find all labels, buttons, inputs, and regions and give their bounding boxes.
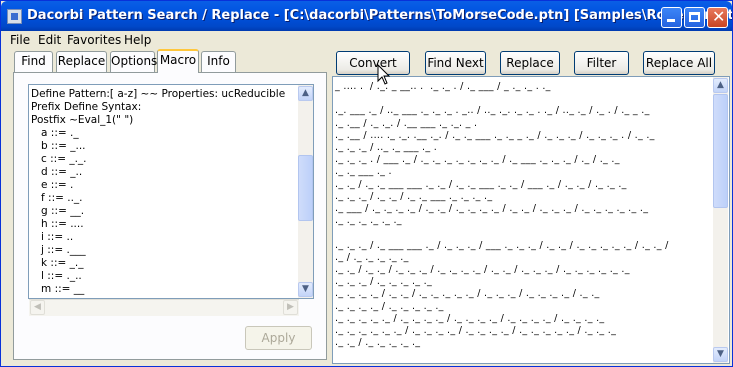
app-icon [7,9,22,24]
output-text-area[interactable]: _ .... . / ._. _ __.. . ._ ._ . / ._ ___… [332,76,730,364]
output-line: ._ .__ / ._ ._. / .__ ___ ._ ._. _ . [335,117,478,129]
scroll-down-arrow-icon[interactable]: ▼ [298,282,313,297]
scroll-thumb[interactable] [713,94,728,208]
tab-options[interactable]: Options [110,51,157,72]
macro-line: f ::= .._. [31,192,83,204]
macro-line: a ::= ._ [31,127,79,139]
close-button[interactable]: ✕ [707,7,728,28]
macro-line: Prefix Define Syntax: [31,101,142,113]
macro-line: b ::= _... [31,140,86,152]
macro-line: k ::= _._ [31,257,84,269]
mouse-pointer-icon [377,64,391,85]
macro-horizontal-scrollbar[interactable]: ◀ ▶ [29,299,299,316]
output-line: ._ ___ / ._ ._ ._ ._ / ._ ._ / ._ ._ ._ … [335,203,649,214]
tab-info[interactable]: Info [201,51,236,72]
output-line: ._ .__ / .... ._ ._. .__ ._. / ._ ._ ___… [335,129,655,141]
minimize-icon [667,19,675,22]
output-line: ._ ._ / ._ ._ / ._ ._ ._ / ._ ._ ._ ._ /… [335,264,630,275]
output-line: ._ ._ ._ ._ / ._ ._ ._ ._ ._ [335,300,444,312]
output-line: ._ ._ ._ / ._ ___ ___ ._ / ._ ._ ._ / __… [335,239,669,251]
menu-edit[interactable]: Edit [38,33,61,47]
scroll-up-arrow-icon[interactable]: ▲ [298,86,313,101]
scroll-right-arrow-icon[interactable]: ▶ [283,300,298,315]
scroll-down-arrow-icon[interactable]: ▼ [713,347,728,362]
macro-line: d ::= _.. [31,166,83,178]
output-line: ._ ._ / ._ ._ ___ ___ ._ ._ / ._ ._ ___ … [335,178,627,190]
output-line: ._ ._ ___ ._ . [335,166,392,178]
scroll-left-arrow-icon[interactable]: ◀ [30,300,45,315]
macro-line: i ::= .. [31,231,74,243]
output-line: ._ ._ ._ ._ ._ / ._ ._ ._ ._ / ._ ._ ._ … [335,312,605,324]
output-line: _ .... . / ._. _ __.. . ._ ._ . / ._ ___… [335,81,551,92]
macro-line: j ::= .___ [31,244,86,256]
scroll-thumb[interactable] [298,155,313,221]
filter-button[interactable]: Filter [574,51,629,75]
menu-favorites[interactable]: Favorites [67,33,121,47]
output-line: ._ ._ ._ / ._ ._ / ._ ._ ___ ._ ._ ._ ._ [335,190,493,202]
macro-vertical-scrollbar[interactable]: ▲ ▼ [298,85,313,298]
macro-editor[interactable]: Define Pattern:[ a-z] ~~ Properties: ucR… [28,84,314,299]
macro-line: m ::= __ [31,283,85,295]
output-line: ._ ._ ._ / ._ ._ ._ ._ ._ [335,276,433,288]
tab-macro[interactable]: Macro [157,49,199,73]
output-vertical-scrollbar[interactable]: ▲ ▼ [713,77,728,363]
output-line: ._. ___ ._ / .._ ___ ._ ._ ._ . _.. / ..… [335,105,650,117]
replace-button[interactable]: Replace [500,51,560,75]
replace-all-button[interactable]: Replace All [643,51,715,75]
output-line: ._ ._ ._ ._ ._ ._ [335,215,402,227]
close-icon: ✕ [712,7,726,26]
menu-file[interactable]: File [10,33,30,47]
minimize-button[interactable] [661,7,682,28]
macro-line: Postfix ~Eval_1(" ") [31,114,134,126]
macro-line: c ::= _._. [31,153,87,165]
menu-help[interactable]: Help [124,33,151,47]
output-line: ._ ._ ._ . / ___ ._ / ._ ._ ._ ._ ._ ._ … [335,154,620,166]
macro-line: e ::= . [31,179,74,191]
maximize-icon [689,12,700,22]
output-line: ._ ._ / ._ ._ ._ ._ ._ [335,337,421,349]
output-line: ._ ._ ._ ._ / ._ ._ / ._ ._ ._ ._ ._ / .… [335,288,600,300]
title-bar[interactable]: Dacorbi Pattern Search / Replace - [C:\d… [1,1,732,31]
output-line: ._ ._ ._ ._ ._ ._ / ._ ._ ._ ._ / ._ ._ … [335,325,617,336]
app-window: Dacorbi Pattern Search / Replace - [C:\d… [0,0,733,367]
macro-line: h ::= .... [31,218,84,230]
window-title: Dacorbi Pattern Search / Replace - [C:\d… [27,8,733,23]
output-line: ._ ._ ._ / .._ ._ ___ ._ . [335,142,438,153]
macro-line: Define Pattern:[ a-z] ~~ Properties: ucR… [31,88,286,100]
apply-button[interactable]: Apply [245,326,312,350]
macro-line: g ::= __. [31,205,85,217]
macro-line: l ::= ._.. [31,270,82,282]
menu-bar: File Edit Favorites Help [1,31,732,49]
scroll-up-arrow-icon[interactable]: ▲ [713,78,728,93]
find-next-button[interactable]: Find Next [425,51,486,75]
tab-replace[interactable]: Replace [56,51,107,72]
tab-find[interactable]: Find [14,51,53,72]
maximize-button[interactable] [684,7,705,28]
convert-button[interactable]: Convert [336,51,410,75]
output-line: ._ / ._ ._ ._ ._ ._ [335,251,409,263]
